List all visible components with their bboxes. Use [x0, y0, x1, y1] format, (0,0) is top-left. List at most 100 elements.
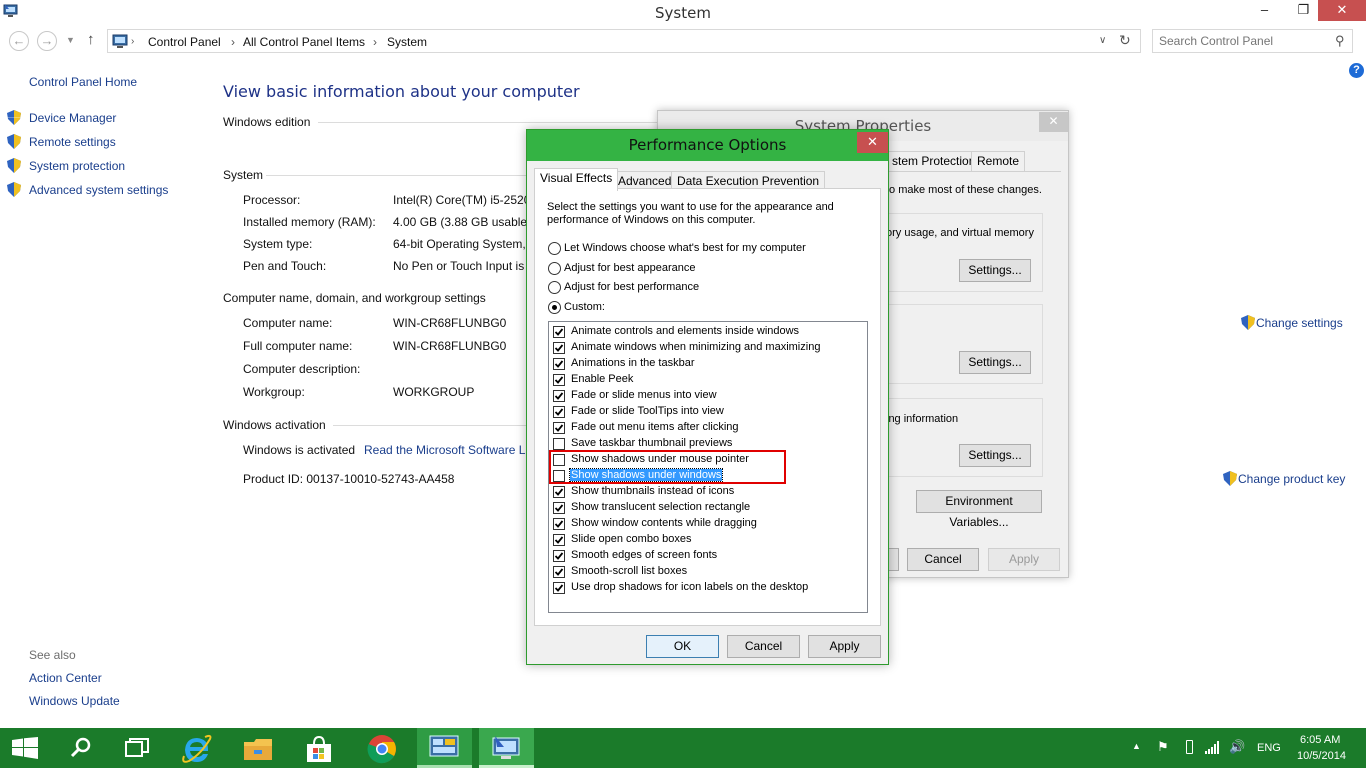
checkbox-unchecked[interactable] [553, 438, 565, 450]
computer-name-value: WIN-CR68FLUNBG0 [393, 316, 507, 330]
user-profiles-settings-button[interactable]: Settings... [959, 351, 1031, 374]
effect-item[interactable]: Animations in the taskbar [553, 356, 853, 372]
checkbox-checked[interactable] [553, 518, 565, 530]
action-center-flag-icon[interactable]: ⚑ [1157, 739, 1169, 755]
control-panel-home-link[interactable]: Control Panel Home [29, 75, 137, 89]
show-hidden-icons[interactable]: ▲ [1132, 741, 1141, 751]
store-icon[interactable] [305, 735, 333, 763]
sidebar-item-advanced-system-settings[interactable]: Advanced system settings [29, 183, 168, 197]
signal-icon[interactable] [1205, 741, 1220, 754]
highlight-annotation [549, 450, 786, 484]
change-product-key-link[interactable]: Change product key [1238, 472, 1345, 486]
effect-item[interactable]: Animate controls and elements inside win… [553, 324, 853, 340]
ok-button[interactable]: OK [646, 635, 719, 658]
environment-variables-button[interactable]: Environment Variables... [916, 490, 1042, 529]
apply-button[interactable]: Apply [988, 548, 1060, 571]
system-taskbar-button[interactable] [479, 728, 534, 768]
sidebar-item-device-manager[interactable]: Device Manager [29, 111, 116, 125]
file-explorer-icon[interactable] [243, 736, 273, 762]
address-dropdown-icon[interactable]: ∨ [1099, 35, 1106, 46]
clock-date[interactable]: 10/5/2014 [1297, 750, 1346, 762]
effect-item[interactable]: Animate windows when minimizing and maxi… [553, 340, 853, 356]
effect-item[interactable]: Show translucent selection rectangle [553, 500, 853, 516]
cancel-button[interactable]: Cancel [727, 635, 800, 658]
checkbox-checked[interactable] [553, 422, 565, 434]
action-center-link[interactable]: Action Center [29, 671, 102, 685]
effect-item[interactable]: Use drop shadows for icon labels on the … [553, 580, 853, 596]
task-view-icon[interactable] [125, 738, 149, 758]
effect-item[interactable]: Fade or slide menus into view [553, 388, 853, 404]
performance-settings-button[interactable]: Settings... [959, 259, 1031, 282]
checkbox-checked[interactable] [553, 358, 565, 370]
start-icon[interactable] [12, 737, 38, 759]
effect-item[interactable]: Slide open combo boxes [553, 532, 853, 548]
breadcrumb-all-items[interactable]: All Control Panel Items [243, 35, 365, 49]
radio-best-appearance[interactable] [548, 262, 561, 275]
battery-icon[interactable] [1186, 740, 1193, 754]
tab-remote[interactable]: Remote [971, 151, 1026, 171]
effect-item[interactable]: Smooth edges of screen fonts [553, 548, 853, 564]
chrome-icon[interactable] [367, 734, 397, 764]
search-icon[interactable]: ⚲ [1335, 33, 1345, 49]
checkbox-checked[interactable] [553, 550, 565, 562]
windows-update-link[interactable]: Windows Update [29, 694, 120, 708]
checkbox-checked[interactable] [553, 326, 565, 338]
search-box[interactable]: ⚲ [1152, 29, 1353, 53]
close-button[interactable]: ✕ [1039, 112, 1068, 132]
search-icon[interactable] [70, 737, 92, 759]
checkbox-checked[interactable] [553, 582, 565, 594]
breadcrumb-system[interactable]: System [387, 35, 427, 49]
close-button[interactable]: ✕ [1318, 0, 1366, 21]
tab-visual-effects[interactable]: Visual Effects [534, 168, 619, 191]
effect-item[interactable]: Smooth-scroll list boxes [553, 564, 853, 580]
checkbox-checked[interactable] [553, 534, 565, 546]
checkbox-checked[interactable] [553, 342, 565, 354]
checkbox-checked[interactable] [553, 566, 565, 578]
full-computer-name-label: Full computer name: [243, 339, 353, 353]
apply-button[interactable]: Apply [808, 635, 881, 658]
workgroup-value: WORKGROUP [393, 385, 475, 399]
effect-label: Slide open combo boxes [571, 533, 692, 545]
internet-explorer-icon[interactable] [181, 734, 213, 764]
help-icon[interactable]: ? [1349, 63, 1364, 78]
effect-item[interactable]: Show window contents while dragging [553, 516, 853, 532]
forward-button[interactable]: → [37, 31, 57, 51]
checkbox-checked[interactable] [553, 502, 565, 514]
checkbox-checked[interactable] [553, 374, 565, 386]
startup-settings-button[interactable]: Settings... [959, 444, 1031, 467]
back-button[interactable]: ← [9, 31, 29, 51]
radio-let-windows-choose[interactable] [548, 242, 561, 255]
checkbox-checked[interactable] [553, 406, 565, 418]
sidebar-item-remote-settings[interactable]: Remote settings [29, 135, 116, 149]
tab-divider [886, 171, 1061, 172]
system-type-label: System type: [243, 237, 313, 251]
change-settings-link[interactable]: Change settings [1256, 316, 1343, 330]
breadcrumb-control-panel[interactable]: Control Panel [148, 35, 221, 49]
checkbox-checked[interactable] [553, 486, 565, 498]
address-bar[interactable]: › Control Panel › All Control Panel Item… [107, 29, 1141, 53]
sidebar-item-system-protection[interactable]: System protection [29, 159, 125, 173]
visual-effects-description: Select the settings you want to use for … [547, 201, 834, 226]
license-terms-link[interactable]: Read the Microsoft Software Li [364, 443, 528, 457]
tab-system-protection[interactable]: stem Protection [886, 151, 982, 171]
radio-custom[interactable] [548, 301, 561, 314]
up-arrow-icon[interactable]: ↑ [87, 31, 95, 48]
effect-item[interactable]: Enable Peek [553, 372, 853, 388]
maximize-button[interactable]: ❐ [1290, 0, 1317, 21]
search-input[interactable] [1159, 34, 1329, 48]
effect-item[interactable]: Show thumbnails instead of icons [553, 484, 853, 500]
volume-icon[interactable]: 🔊 [1229, 739, 1245, 755]
effect-item[interactable]: Fade out menu items after clicking [553, 420, 853, 436]
radio-best-performance[interactable] [548, 281, 561, 294]
checkbox-checked[interactable] [553, 390, 565, 402]
cancel-button[interactable]: Cancel [907, 548, 979, 571]
language-indicator[interactable]: ENG [1257, 742, 1281, 754]
refresh-icon[interactable]: ↻ [1119, 32, 1131, 49]
effect-item[interactable]: Fade or slide ToolTips into view [553, 404, 853, 420]
breadcrumb-separator: › [231, 35, 235, 49]
minimize-button[interactable]: – [1251, 0, 1278, 21]
close-button[interactable]: ✕ [857, 132, 888, 153]
control-panel-taskbar-button[interactable] [417, 728, 472, 768]
clock-time[interactable]: 6:05 AM [1300, 734, 1340, 746]
recent-locations-icon[interactable]: ▼ [66, 35, 75, 45]
